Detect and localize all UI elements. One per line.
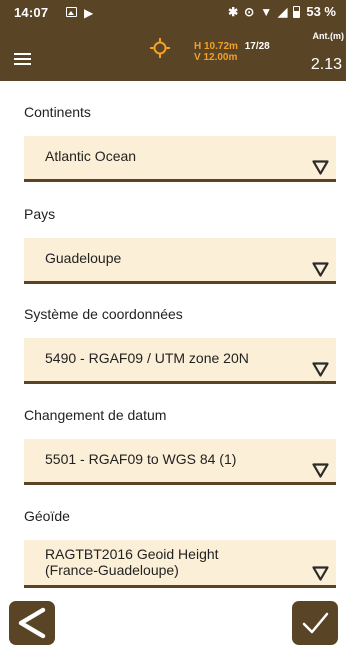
battery-icon [293, 5, 301, 18]
status-right: ✱ ⊙ ▼ ◢ 53 % [228, 4, 336, 19]
datum-change-label: Changement de datum [24, 407, 167, 423]
geoid-value: RAGTBT2016 Geoid Height (France-Guadelou… [45, 546, 219, 578]
datum-change-dropdown[interactable]: 5501 - RGAF09 to WGS 84 (1) [24, 439, 336, 485]
bottom-bar [0, 598, 346, 648]
antenna-label: Ant.(m) [312, 31, 345, 41]
dropdown-arrow-icon [312, 160, 329, 175]
datum-change-value: 5501 - RGAF09 to WGS 84 (1) [45, 451, 237, 467]
play-store-icon: ▶ [84, 6, 94, 20]
status-time: 14:07 [14, 5, 49, 20]
confirm-button[interactable] [292, 601, 338, 645]
coordinate-system-value: 5490 - RGAF09 / UTM zone 20N [45, 350, 249, 366]
geoid-label: Géoïde [24, 508, 70, 524]
no-signal-icon: ◢ [278, 4, 288, 19]
gps-precision: H 10.72m 17/28 V 12.00m [194, 41, 270, 63]
pays-dropdown[interactable]: Guadeloupe [24, 238, 336, 284]
checkmark-icon [302, 612, 329, 634]
geoid-value-line1: RAGTBT2016 Geoid Height [45, 546, 219, 562]
geoid-value-line2: (France-Guadeloupe) [45, 562, 179, 578]
coordinate-system-label: Système de coordonnées [24, 306, 183, 322]
pays-label: Pays [24, 206, 56, 222]
dropdown-arrow-icon [312, 262, 329, 277]
geoid-dropdown[interactable]: RAGTBT2016 Geoid Height (France-Guadelou… [24, 540, 336, 588]
antenna-value[interactable]: 2.13 [311, 56, 342, 74]
app-header: 14:07 ▶ ✱ ⊙ ▼ ◢ 53 % H 10.72m 17/28 V 12… [0, 0, 346, 81]
back-button[interactable] [9, 601, 55, 645]
settings-form: Continents Atlantic Ocean Pays Guadeloup… [0, 81, 346, 598]
status-bar: 14:07 ▶ ✱ ⊙ ▼ ◢ 53 % [0, 0, 346, 26]
image-icon [66, 7, 77, 17]
pays-value: Guadeloupe [45, 250, 122, 266]
continents-label: Continents [24, 104, 91, 120]
dropdown-arrow-icon [312, 463, 329, 478]
coordinate-system-dropdown[interactable]: 5490 - RGAF09 / UTM zone 20N [24, 338, 336, 384]
continents-dropdown[interactable]: Atlantic Ocean [24, 136, 336, 182]
location-icon: ⊙ [244, 4, 255, 19]
battery-percent: 53 % [306, 4, 336, 19]
gps-crosshair-icon [150, 38, 170, 58]
dropdown-arrow-icon [312, 566, 329, 581]
wifi-icon: ▼ [260, 4, 273, 19]
v-precision: V 12.00m [194, 52, 238, 63]
hamburger-menu-icon[interactable] [14, 53, 31, 65]
h-precision: H 10.72m [194, 41, 238, 52]
continents-value: Atlantic Ocean [45, 148, 137, 164]
satellite-count: 17/28 [244, 41, 270, 52]
back-arrow-icon [18, 607, 46, 639]
bluetooth-icon: ✱ [228, 4, 239, 19]
dropdown-arrow-icon [312, 362, 329, 377]
